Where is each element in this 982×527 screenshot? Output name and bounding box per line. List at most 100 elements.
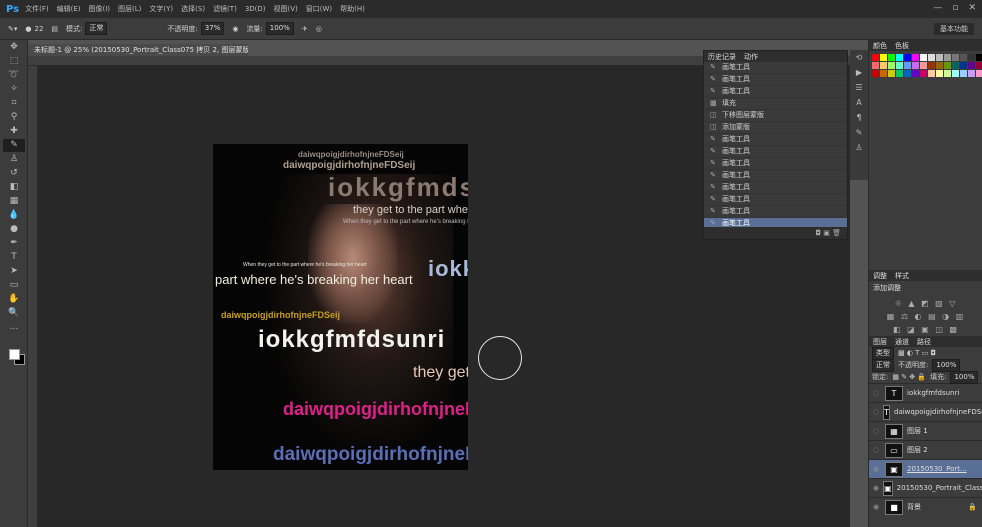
color-swatch[interactable]: [888, 62, 895, 69]
menu-edit[interactable]: 编辑(E): [57, 4, 81, 14]
color-swatch[interactable]: [880, 62, 887, 69]
menu-3d[interactable]: 3D(D): [245, 5, 266, 13]
tab-styles[interactable]: 样式: [895, 271, 909, 281]
history-item[interactable]: ✎ 画笔工具: [704, 206, 847, 218]
trash-icon[interactable]: 🗑: [832, 229, 841, 237]
menu-image[interactable]: 图像(I): [89, 4, 111, 14]
layer-row[interactable]: ◌ T iokkgfmfdsunri: [869, 383, 982, 402]
layer-row[interactable]: ◌ ▦ 图层 1: [869, 421, 982, 440]
menu-help[interactable]: 帮助(H): [340, 4, 365, 14]
color-swatch[interactable]: [920, 54, 927, 61]
blur-tool-icon[interactable]: 💧: [3, 209, 25, 222]
layer-row[interactable]: ◌ T daiwqpoigjdirhofnjneFDSeij: [869, 402, 982, 421]
blend-mode-select[interactable]: 正常: [872, 358, 894, 372]
color-swatch[interactable]: [904, 62, 911, 69]
color-swatch[interactable]: [944, 70, 951, 77]
brush-tool-icon[interactable]: ✎▾: [8, 25, 17, 33]
tab-color[interactable]: 颜色: [873, 41, 887, 51]
brush-panel-icon[interactable]: ✎: [852, 128, 866, 140]
menu-window[interactable]: 窗口(W): [306, 4, 332, 14]
color-swatch[interactable]: [920, 70, 927, 77]
minimize-icon[interactable]: —: [933, 3, 942, 13]
layer-row-selected[interactable]: ◉ ▣ 20150530_Port...: [869, 459, 982, 478]
color-swatch[interactable]: [952, 54, 959, 61]
color-swatch[interactable]: [936, 70, 943, 77]
tab-channels[interactable]: 通道: [895, 337, 909, 347]
character-panel-icon[interactable]: A: [852, 98, 866, 110]
color-swatch[interactable]: [896, 70, 903, 77]
adjustment-icons-row-2[interactable]: ▦ ⚖ ◐ ▤ ◑ ▥: [869, 312, 982, 321]
crop-tool-icon[interactable]: ⌗: [3, 97, 25, 110]
camera-icon[interactable]: ▣: [823, 229, 830, 237]
color-swatch[interactable]: [904, 70, 911, 77]
history-item[interactable]: ◫ 添加蒙版: [704, 122, 847, 134]
color-swatch[interactable]: [912, 54, 919, 61]
airbrush-icon[interactable]: ✈: [302, 25, 308, 33]
swatches-grid[interactable]: [872, 54, 982, 77]
move-tool-icon[interactable]: ✥: [3, 41, 25, 54]
pressure-opacity-icon[interactable]: ◉: [232, 25, 238, 33]
history-panel-icon[interactable]: ⟲: [852, 53, 866, 65]
color-swatch[interactable]: [928, 54, 935, 61]
eyedropper-tool-icon[interactable]: ⚲: [3, 111, 25, 124]
tab-adjustments[interactable]: 调整: [873, 271, 887, 281]
tab-layers[interactable]: 图层: [873, 337, 887, 347]
eraser-tool-icon[interactable]: ◧: [3, 181, 25, 194]
zoom-tool-icon[interactable]: 🔍: [3, 307, 25, 320]
visibility-icon[interactable]: ◌: [873, 446, 881, 454]
stamp-tool-icon[interactable]: ♙: [3, 153, 25, 166]
visibility-icon[interactable]: ◌: [873, 427, 881, 435]
history-item[interactable]: ✎ 画笔工具: [704, 170, 847, 182]
color-swatch[interactable]: [936, 62, 943, 69]
layer-row[interactable]: ◉ ▣ 20150530_Portrait_Class...: [869, 478, 982, 497]
color-swatch[interactable]: [920, 62, 927, 69]
color-swatch[interactable]: [960, 62, 967, 69]
clone-source-panel-icon[interactable]: ♙: [852, 143, 866, 155]
history-item[interactable]: ✎ 画笔工具: [704, 146, 847, 158]
dodge-tool-icon[interactable]: ●: [3, 223, 25, 236]
close-icon[interactable]: ✕: [968, 3, 976, 13]
history-item[interactable]: ✎ 画笔工具: [704, 182, 847, 194]
type-tool-icon[interactable]: T: [3, 251, 25, 264]
document-tab[interactable]: 未标题-1 @ 25% (20150530_Portrait_Class075 …: [28, 44, 248, 56]
visibility-icon[interactable]: ◉: [873, 484, 879, 492]
shape-tool-icon[interactable]: ▭: [3, 279, 25, 292]
menu-layer[interactable]: 图层(L): [118, 4, 141, 14]
color-swatch[interactable]: [960, 54, 967, 61]
history-item[interactable]: ✎ 画笔工具: [704, 74, 847, 86]
opacity-field[interactable]: 37%: [200, 22, 225, 35]
adjustment-icons-row-1[interactable]: ☼ ▲ ◩ ▨ ▽: [869, 299, 982, 308]
layer-fill-field[interactable]: 100%: [950, 370, 979, 384]
history-item[interactable]: ◫ 下移图层蒙版: [704, 110, 847, 122]
color-swatch[interactable]: [968, 70, 975, 77]
history-item[interactable]: ✎ 画笔工具: [704, 134, 847, 146]
history-item[interactable]: ✎ 画笔工具: [704, 62, 847, 74]
color-swatch[interactable]: [872, 70, 879, 77]
hand-tool-icon[interactable]: ✋: [3, 293, 25, 306]
history-brush-tool-icon[interactable]: ↺: [3, 167, 25, 180]
color-swatch[interactable]: [952, 62, 959, 69]
color-swatch[interactable]: [944, 62, 951, 69]
brush-panel-icon[interactable]: ▤: [51, 25, 58, 33]
visibility-icon[interactable]: ◌: [873, 408, 879, 416]
color-swatch[interactable]: [912, 70, 919, 77]
color-swatch[interactable]: [976, 70, 982, 77]
color-swatch[interactable]: [896, 54, 903, 61]
pen-tool-icon[interactable]: ✒: [3, 237, 25, 250]
snapshot-icon[interactable]: ◘: [815, 229, 821, 237]
color-swatch[interactable]: [888, 54, 895, 61]
brush-preset-picker[interactable]: ● 22: [25, 25, 43, 33]
history-item[interactable]: ▩ 填充: [704, 98, 847, 110]
color-swatch[interactable]: [872, 54, 879, 61]
visibility-icon[interactable]: ◉: [873, 465, 881, 473]
tab-paths[interactable]: 路径: [917, 337, 931, 347]
color-swatch[interactable]: [880, 70, 887, 77]
healing-tool-icon[interactable]: ✚: [3, 125, 25, 138]
color-swatch[interactable]: [944, 54, 951, 61]
history-item[interactable]: ✎ 画笔工具: [704, 86, 847, 98]
menu-select[interactable]: 选择(S): [181, 4, 205, 14]
color-swatch[interactable]: [928, 62, 935, 69]
color-swatch[interactable]: [872, 62, 879, 69]
menu-view[interactable]: 视图(V): [274, 4, 298, 14]
color-swatch[interactable]: [968, 54, 975, 61]
